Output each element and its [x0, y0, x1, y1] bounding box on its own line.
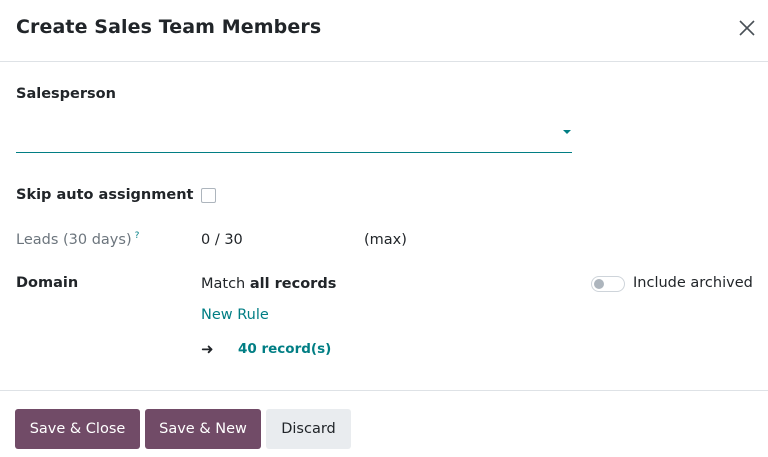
new-rule-link[interactable]: New Rule [201, 307, 269, 323]
salesperson-input[interactable] [16, 118, 572, 153]
match-prefix: Match [201, 276, 246, 292]
save-close-button[interactable]: Save & Close [15, 409, 140, 449]
discard-button[interactable]: Discard [266, 409, 351, 449]
leads-label-text: Leads (30 days) [16, 231, 132, 248]
dialog-title: Create Sales Team Members [16, 16, 322, 38]
toggle-knob [594, 279, 604, 289]
records-count-link[interactable]: 40 record(s) [238, 341, 331, 357]
leads-label: Leads (30 days)? [16, 231, 139, 248]
arrow-right-icon: ➜ [201, 340, 214, 358]
include-archived-toggle[interactable] [591, 276, 625, 292]
include-archived-label: Include archived [633, 275, 753, 291]
chevron-down-icon[interactable] [563, 130, 571, 134]
leads-max-suffix: (max) [364, 232, 407, 248]
dialog-header: Create Sales Team Members [0, 0, 768, 62]
close-icon[interactable] [736, 17, 758, 39]
save-new-button[interactable]: Save & New [145, 409, 261, 449]
domain-label: Domain [16, 275, 79, 291]
domain-match: Match all records [201, 276, 336, 292]
salesperson-label: Salesperson [16, 86, 116, 102]
footer-divider [0, 390, 768, 391]
skip-auto-assignment-checkbox[interactable] [201, 188, 216, 203]
help-icon[interactable]: ? [135, 231, 140, 241]
match-value: all records [249, 276, 337, 292]
leads-value: 0 / 30 [201, 232, 243, 248]
skip-auto-assignment-label: Skip auto assignment [16, 187, 194, 203]
